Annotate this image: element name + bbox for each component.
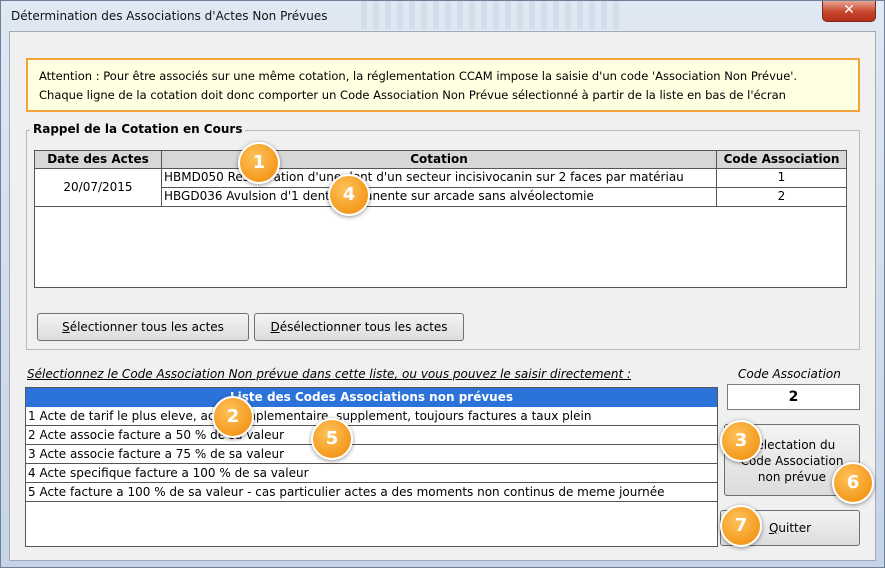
code-option-1[interactable]: 1 Acte de tarif le plus eleve, acte comp… (26, 407, 717, 426)
code-association-label: Code Association (738, 367, 841, 381)
quit-label: uitter (778, 521, 812, 535)
code-option-4[interactable]: 4 Acte specifique facture a 100 % de sa … (26, 464, 717, 483)
codes-list: Liste des Codes Associations non prévues… (25, 387, 718, 547)
cotation-cell-2[interactable]: HBGD036 Avulsion d'1 dent permanente sur… (162, 188, 717, 207)
rappel-legend: Rappel de la Cotation en Cours (30, 122, 246, 136)
callout-badge-3: 3 (720, 420, 762, 462)
code-option-5[interactable]: 5 Acte facture a 100 % de sa valeur - ca… (26, 483, 717, 502)
selection-instruction: Sélectionnez le Code Association Non pré… (27, 367, 632, 381)
codes-list-header: Liste des Codes Associations non prévues (26, 388, 717, 407)
select-all-mnemonic: S (62, 320, 70, 334)
callout-badge-2: 2 (212, 396, 254, 438)
code-option-2[interactable]: 2 Acte associe facture a 50 % de sa vale… (26, 426, 717, 445)
header-date[interactable]: Date des Actes (35, 151, 162, 169)
callout-badge-4: 4 (328, 174, 370, 216)
background-window-fragment (361, 1, 621, 29)
code-option-3[interactable]: 3 Acte associe facture a 75 % de sa vale… (26, 445, 717, 464)
header-code-association[interactable]: Code Association (717, 151, 846, 169)
attention-line-1: Attention : Pour être associés sur une m… (39, 69, 798, 83)
deselect-all-mnemonic: D (270, 320, 280, 334)
date-cell[interactable]: 20/07/2015 (35, 169, 162, 207)
attention-line-2: Chaque ligne de la cotation doit donc co… (39, 88, 786, 102)
callout-badge-1: 1 (238, 142, 280, 184)
select-all-label: électionner tous les actes (69, 320, 224, 334)
deselect-all-label: ésélectionner tous les actes (279, 320, 448, 334)
deselect-all-button[interactable]: Désélectionner tous les actes (254, 313, 464, 341)
code-cell-1[interactable]: 1 (717, 169, 846, 188)
dialog-client-area: Attention : Pour être associés sur une m… (9, 31, 876, 561)
callout-badge-6: 6 (832, 462, 874, 504)
close-button[interactable]: ✕ (822, 1, 876, 22)
code-cell-2[interactable]: 2 (717, 188, 846, 207)
dialog-window: Détermination des Associations d'Actes N… (0, 0, 885, 568)
callout-badge-7: 7 (720, 505, 762, 547)
attention-notice: Attention : Pour être associés sur une m… (26, 58, 860, 112)
window-title: Détermination des Associations d'Actes N… (11, 9, 328, 23)
cotation-table: Date des Actes Cotation Code Association… (34, 150, 847, 288)
callout-badge-5: 5 (311, 418, 353, 460)
code-association-input[interactable]: 2 (727, 384, 860, 410)
title-bar: Détermination des Associations d'Actes N… (1, 1, 884, 31)
select-all-button[interactable]: Sélectionner tous les actes (37, 313, 249, 341)
quit-mnemonic: Q (768, 521, 779, 535)
